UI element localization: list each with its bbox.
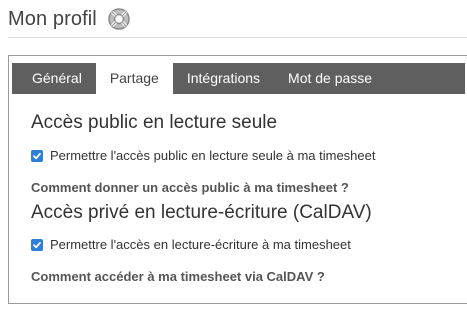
page-header: Mon profil xyxy=(8,4,131,34)
private-access-option[interactable]: Permettre l'accès en lecture-écriture à … xyxy=(31,237,351,252)
public-access-checkbox[interactable] xyxy=(31,149,43,162)
tab-mot-de-passe[interactable]: Mot de passe xyxy=(274,63,386,94)
private-access-checkbox-label: Permettre l'accès en lecture-écriture à … xyxy=(50,237,351,252)
header-divider xyxy=(8,37,467,38)
tab-integrations[interactable]: Intégrations xyxy=(173,63,274,94)
private-access-checkbox[interactable] xyxy=(31,238,43,251)
profile-page: Mon profil Général Partage Intégrations … xyxy=(0,0,467,311)
check-icon xyxy=(33,241,41,248)
check-icon xyxy=(33,152,41,159)
tab-bar: Général Partage Intégrations Mot de pass… xyxy=(12,63,465,94)
page-title: Mon profil xyxy=(8,7,97,30)
profile-panel: Général Partage Intégrations Mot de pass… xyxy=(8,55,467,304)
tab-general[interactable]: Général xyxy=(18,63,96,94)
public-access-option[interactable]: Permettre l'accès public en lecture seul… xyxy=(31,148,375,163)
private-access-title: Accès privé en lecture-écriture (CalDAV) xyxy=(31,202,372,223)
public-access-help-link[interactable]: Comment donner un accès public à ma time… xyxy=(31,180,349,195)
private-access-help-link[interactable]: Comment accéder à ma timesheet via CalDA… xyxy=(31,269,325,284)
lifebuoy-icon[interactable] xyxy=(107,7,131,31)
tab-partage[interactable]: Partage xyxy=(95,63,173,94)
public-access-title: Accès public en lecture seule xyxy=(31,112,278,133)
public-access-checkbox-label: Permettre l'accès public en lecture seul… xyxy=(50,148,376,163)
